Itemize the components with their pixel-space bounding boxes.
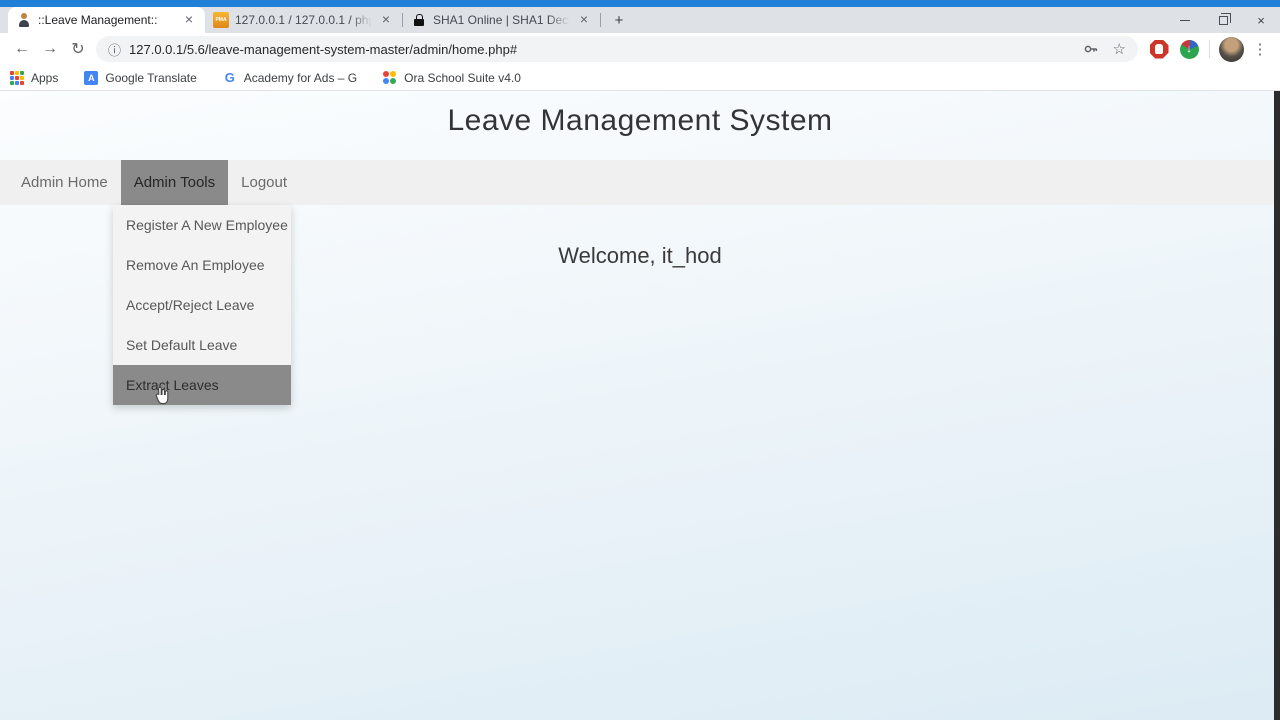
tab-title: SHA1 Online | SHA1 Decrypter - De — [433, 13, 570, 27]
dropdown-item-accept-reject-leave[interactable]: Accept/Reject Leave — [113, 285, 291, 325]
lock-favicon-icon — [411, 12, 427, 28]
bookmark-label: Academy for Ads – G — [243, 70, 358, 85]
tab-sha1-online[interactable]: SHA1 Online | SHA1 Decrypter - De × — [403, 7, 600, 33]
tab-close-icon[interactable]: × — [576, 12, 592, 28]
admin-tools-dropdown: Register A New Employee Remove An Employ… — [113, 205, 291, 405]
toolbar-divider — [1209, 40, 1210, 58]
tab-leave-management[interactable]: ::Leave Management:: × — [8, 7, 205, 33]
apps-grid-icon — [10, 70, 24, 85]
bookmark-ora-school-suite[interactable]: Ora School Suite v4.0 — [383, 70, 521, 85]
screen-right-edge — [1274, 91, 1280, 720]
profile-avatar[interactable] — [1219, 36, 1244, 62]
bookmark-label: Ora School Suite v4.0 — [404, 70, 521, 85]
page-content: Leave Management System Admin Home Admin… — [0, 91, 1280, 720]
browser-window: ::Leave Management:: × PMA 127.0.0.1 / 1… — [0, 0, 1280, 720]
back-button[interactable]: ← — [8, 35, 36, 63]
tab-separator — [600, 13, 601, 27]
person-favicon-icon — [16, 12, 32, 28]
restore-button[interactable] — [1204, 7, 1242, 33]
forward-button[interactable]: → — [36, 35, 64, 63]
bookmark-google-translate[interactable]: A Google Translate — [84, 70, 197, 85]
mouse-cursor-icon — [152, 385, 171, 407]
dropdown-item-set-default-leave[interactable]: Set Default Leave — [113, 325, 291, 365]
minimize-button[interactable] — [1166, 7, 1204, 33]
bookmark-star-icon[interactable]: ☆ — [1113, 40, 1126, 58]
bookmark-label: Google Translate — [105, 70, 197, 85]
dropdown-item-extract-leaves[interactable]: Extract Leaves — [113, 365, 291, 405]
browser-menu-icon[interactable]: ⋮ — [1248, 40, 1272, 58]
adblock-extension-icon[interactable] — [1147, 37, 1171, 61]
browser-toolbar: ← → ↻ ⓘ 127.0.0.1/5.6/leave-management-s… — [0, 33, 1280, 65]
minimize-icon — [1180, 19, 1190, 21]
tab-close-icon[interactable]: × — [181, 12, 197, 28]
main-navbar: Admin Home Admin Tools Logout — [0, 160, 1280, 205]
window-titlebar — [0, 0, 1280, 7]
nav-item-logout[interactable]: Logout — [228, 160, 300, 205]
dropdown-item-register-employee[interactable]: Register A New Employee — [113, 205, 291, 245]
phpmyadmin-favicon-icon: PMA — [213, 12, 229, 28]
tab-phpmyadmin[interactable]: PMA 127.0.0.1 / 127.0.0.1 / phpdb / en × — [205, 7, 402, 33]
close-button[interactable]: × — [1242, 7, 1280, 33]
tab-close-icon[interactable]: × — [378, 12, 394, 28]
google-g-icon: G — [224, 69, 235, 85]
bookmark-label: Apps — [31, 70, 59, 85]
nav-item-admin-tools[interactable]: Admin Tools — [120, 160, 229, 205]
tab-strip: ::Leave Management:: × PMA 127.0.0.1 / 1… — [0, 7, 1280, 33]
idm-extension-icon[interactable]: ↓ — [1177, 37, 1201, 61]
page-title: Leave Management System — [447, 104, 833, 137]
tab-title: ::Leave Management:: — [38, 13, 158, 27]
tab-title: 127.0.0.1 / 127.0.0.1 / phpdb / en — [235, 13, 372, 27]
nav-item-admin-home[interactable]: Admin Home — [8, 160, 121, 205]
new-tab-button[interactable]: + — [605, 7, 633, 33]
address-bar[interactable]: ⓘ 127.0.0.1/5.6/leave-management-system-… — [96, 36, 1138, 62]
bookmarks-bar: Apps A Google Translate G Academy for Ad… — [0, 65, 1280, 91]
page-info-icon[interactable]: ⓘ — [108, 40, 121, 59]
welcome-message: Welcome, it_hod — [558, 243, 722, 268]
translate-icon: A — [84, 70, 99, 85]
ora-school-suite-icon — [383, 70, 397, 85]
bookmark-apps[interactable]: Apps — [10, 70, 59, 85]
url-text[interactable]: 127.0.0.1/5.6/leave-management-system-ma… — [129, 42, 517, 57]
window-controls: × — [1166, 7, 1280, 33]
reload-button[interactable]: ↻ — [64, 35, 92, 63]
password-key-icon[interactable] — [1083, 41, 1099, 57]
bookmark-academy-for-ads[interactable]: G Academy for Ads – G — [223, 69, 358, 85]
restore-icon — [1218, 13, 1231, 25]
